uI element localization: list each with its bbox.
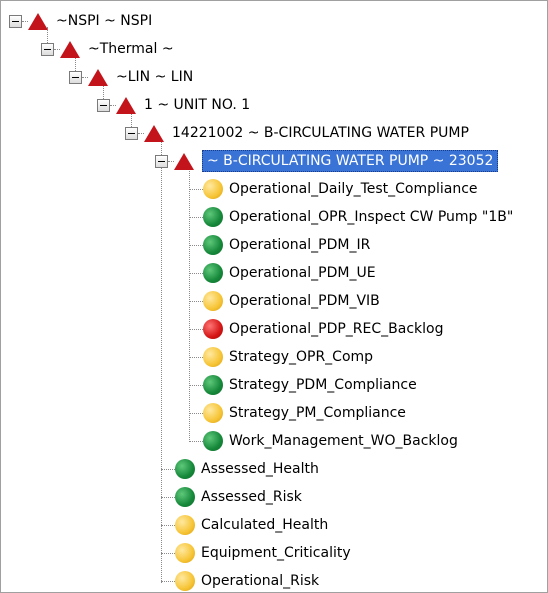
- leaf-label: Operational_Risk: [201, 573, 320, 589]
- status-green-icon: [203, 431, 223, 451]
- leaf-label: Operational_PDP_REC_Backlog: [229, 321, 444, 337]
- collapse-toggle[interactable]: [125, 126, 138, 140]
- node-label: ~Thermal ~: [88, 41, 174, 57]
- alert-triangle-icon: [60, 40, 80, 58]
- status-green-icon: [175, 487, 195, 507]
- tree-leaf[interactable]: Assessed_Health: [161, 455, 319, 483]
- status-green-icon: [175, 459, 195, 479]
- alert-triangle-icon: [116, 96, 136, 114]
- tree-leaf[interactable]: Operational_PDP_REC_Backlog: [189, 315, 443, 343]
- leaf-label: Strategy_PM_Compliance: [229, 405, 406, 421]
- leaf-label: Strategy_OPR_Comp: [229, 349, 374, 365]
- status-yellow-icon: [175, 515, 195, 535]
- tree-node[interactable]: ~LIN ~ LIN: [69, 63, 193, 91]
- tree-leaf[interactable]: Operational_Risk: [161, 567, 320, 592]
- tree-leaf[interactable]: Calculated_Health: [161, 511, 328, 539]
- tree-node[interactable]: ~Thermal ~: [41, 35, 174, 63]
- tree-leaf[interactable]: Operational_Daily_Test_Compliance: [189, 175, 478, 203]
- tree-leaf[interactable]: Strategy_PDM_Compliance: [189, 371, 417, 399]
- leaf-label: Assessed_Health: [201, 461, 319, 477]
- tree-leaf[interactable]: Work_Management_WO_Backlog: [189, 427, 458, 455]
- collapse-toggle[interactable]: [155, 154, 168, 168]
- node-label: ~NSPI ~ NSPI: [56, 13, 153, 29]
- alert-triangle-icon: [144, 124, 164, 142]
- leaf-label: Operational_PDM_UE: [229, 265, 376, 281]
- tree-leaf[interactable]: Operational_PDM_IR: [189, 231, 370, 259]
- node-label: 1 ~ UNIT NO. 1: [144, 97, 251, 113]
- status-yellow-icon: [203, 291, 223, 311]
- leaf-label: Assessed_Risk: [201, 489, 302, 505]
- leaf-label: Equipment_Criticality: [201, 545, 351, 561]
- status-yellow-icon: [175, 543, 195, 563]
- collapse-toggle[interactable]: [69, 70, 82, 84]
- node-label: 14221002 ~ B-CIRCULATING WATER PUMP: [172, 125, 469, 141]
- tree-leaf[interactable]: Operational_OPR_Inspect CW Pump "1B": [189, 203, 513, 231]
- tree-view[interactable]: ~NSPI ~ NSPI ~Thermal ~ ~LIN ~ LIN 1 ~ U…: [0, 0, 548, 593]
- collapse-toggle[interactable]: [41, 42, 54, 56]
- alert-triangle-icon: [28, 12, 48, 30]
- alert-triangle-icon: [174, 152, 194, 170]
- tree-node[interactable]: ~NSPI ~ NSPI: [9, 7, 152, 35]
- status-green-icon: [203, 375, 223, 395]
- leaf-label: Operational_OPR_Inspect CW Pump "1B": [229, 209, 514, 225]
- status-yellow-icon: [203, 347, 223, 367]
- node-label: ~LIN ~ LIN: [116, 69, 194, 85]
- collapse-toggle[interactable]: [97, 98, 110, 112]
- leaf-label: Operational_PDM_IR: [229, 237, 371, 253]
- tree-leaf[interactable]: Strategy_PM_Compliance: [189, 399, 406, 427]
- tree-node[interactable]: 1 ~ UNIT NO. 1: [97, 91, 250, 119]
- tree-leaf[interactable]: Strategy_OPR_Comp: [189, 343, 373, 371]
- leaf-label: Strategy_PDM_Compliance: [229, 377, 417, 393]
- status-green-icon: [203, 235, 223, 255]
- status-yellow-icon: [203, 403, 223, 423]
- status-red-icon: [203, 319, 223, 339]
- tree-leaf[interactable]: Operational_PDM_UE: [189, 259, 376, 287]
- leaf-label: Operational_PDM_VIB: [229, 293, 380, 309]
- leaf-label: Operational_Daily_Test_Compliance: [229, 181, 478, 197]
- tree-leaf[interactable]: Operational_PDM_VIB: [189, 287, 380, 315]
- status-green-icon: [203, 207, 223, 227]
- leaf-label: Work_Management_WO_Backlog: [229, 433, 458, 449]
- leaf-label: Calculated_Health: [201, 517, 329, 533]
- status-yellow-icon: [175, 571, 195, 591]
- node-label: ~ B-CIRCULATING WATER PUMP ~ 23052: [202, 150, 499, 172]
- tree-leaf[interactable]: Equipment_Criticality: [161, 539, 351, 567]
- status-yellow-icon: [203, 179, 223, 199]
- tree-node[interactable]: 14221002 ~ B-CIRCULATING WATER PUMP: [125, 119, 469, 147]
- tree-leaf[interactable]: Assessed_Risk: [161, 483, 302, 511]
- tree-node-selected[interactable]: ~ B-CIRCULATING WATER PUMP ~ 23052: [155, 147, 499, 175]
- collapse-toggle[interactable]: [9, 14, 22, 28]
- status-green-icon: [203, 263, 223, 283]
- alert-triangle-icon: [88, 68, 108, 86]
